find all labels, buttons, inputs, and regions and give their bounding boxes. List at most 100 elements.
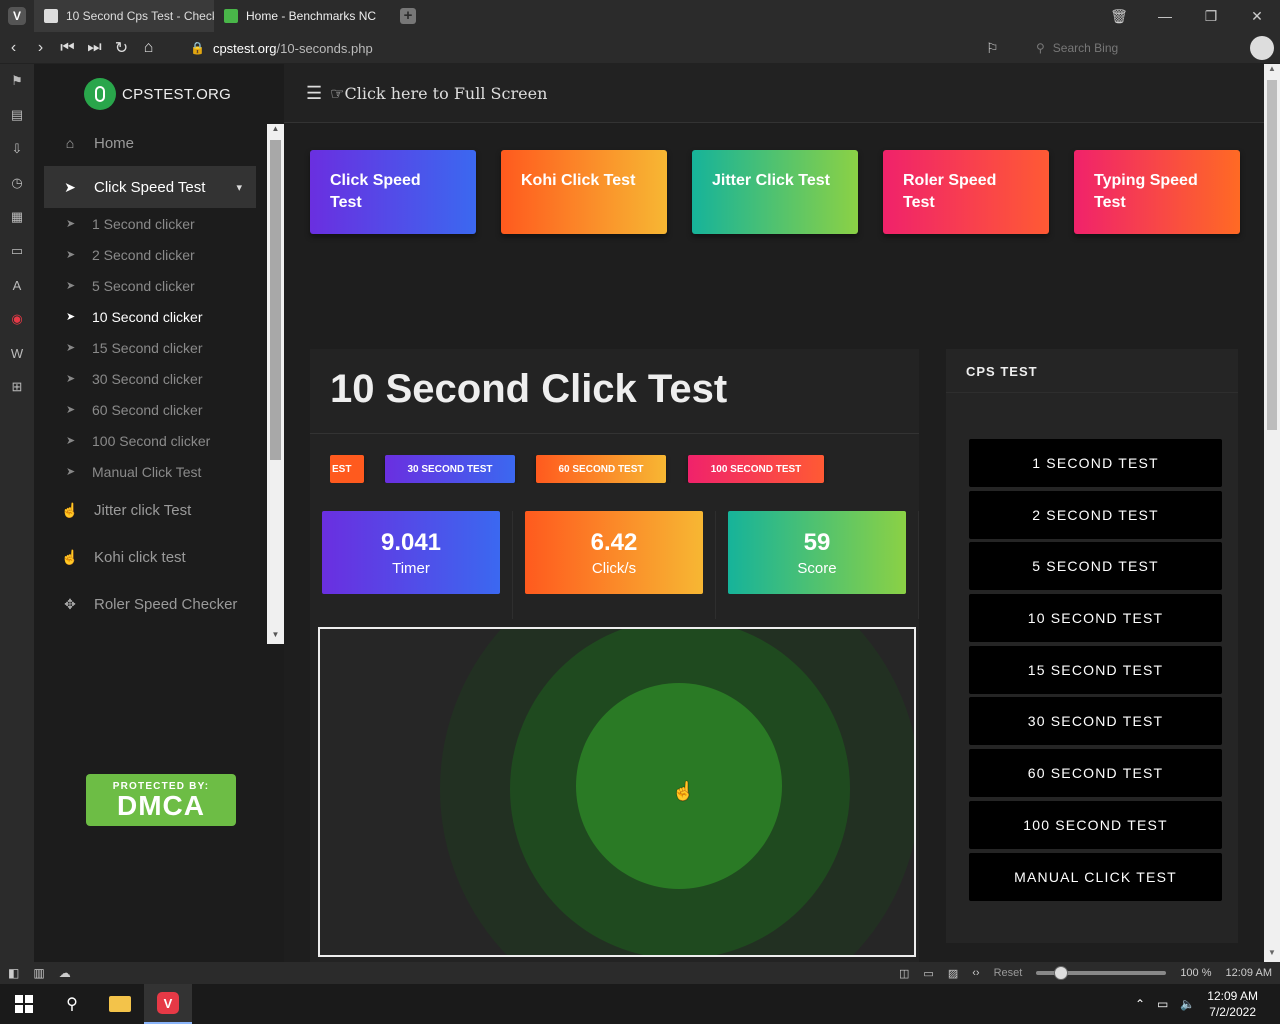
pill-100-second-test[interactable]: 100 SECOND TEST xyxy=(688,455,824,483)
profile-icon[interactable] xyxy=(1250,36,1274,60)
browser-side-panel: ⚑ ▤ ⇩ ◷ ▦ ▭ A ◉ W ⊞ xyxy=(0,64,34,962)
window-panel-icon[interactable]: ▭ xyxy=(0,234,34,268)
reading-list-icon[interactable]: ▤ xyxy=(0,98,34,132)
code-icon[interactable]: ‹› xyxy=(972,967,979,979)
page-tiling-icon[interactable]: ▭ xyxy=(923,967,933,980)
sidebar-subitem-100s[interactable]: ➤ 100 Second clicker xyxy=(44,425,256,456)
btn-60-second-test[interactable]: 60 SECOND TEST xyxy=(969,749,1222,798)
search-icon[interactable]: ⚲ xyxy=(48,984,96,1024)
btn-100-second-test[interactable]: 100 SECOND TEST xyxy=(969,800,1222,849)
file-explorer-icon[interactable] xyxy=(96,984,144,1024)
zoom-reset-button[interactable]: Reset xyxy=(994,967,1023,979)
hamburger-menu-icon[interactable]: ☰ xyxy=(306,83,322,104)
scroll-up-icon[interactable]: ▲ xyxy=(1264,64,1280,78)
add-panel-icon[interactable]: ⊞ xyxy=(0,370,34,404)
network-icon[interactable]: ▭ xyxy=(1157,997,1168,1011)
test-cards: Click Speed Test Kohi Click Test Jitter … xyxy=(310,150,1240,234)
btn-5-second-test[interactable]: 5 SECOND TEST xyxy=(969,542,1222,591)
url-path: /10-seconds.php xyxy=(276,40,373,56)
fast-forward-button[interactable]: ⏭ xyxy=(81,32,108,64)
downloads-icon[interactable]: ⇩ xyxy=(0,132,34,166)
restore-button[interactable]: ❐ xyxy=(1188,0,1234,32)
sidebar-subitem-10s[interactable]: ➤ 10 Second clicker xyxy=(44,301,256,332)
sidebar-subitem-manual[interactable]: ➤ Manual Click Test xyxy=(44,456,256,487)
pill-30-second-test[interactable]: 30 SECOND TEST xyxy=(385,455,515,483)
start-button[interactable] xyxy=(0,984,48,1024)
bookmark-icon[interactable]: ⚐ xyxy=(986,40,999,57)
vivaldi-panel-icon[interactable]: ◉ xyxy=(0,302,34,336)
minimize-button[interactable]: — xyxy=(1142,0,1188,32)
tab-benchmarks[interactable]: Home - Benchmarks NC xyxy=(214,0,394,32)
scrollbar-thumb[interactable] xyxy=(1267,80,1277,430)
btn-1-second-test[interactable]: 1 SECOND TEST xyxy=(969,439,1222,487)
images-icon[interactable]: ▨ xyxy=(948,967,958,980)
cps-value: 6.42 xyxy=(590,528,638,556)
click-area[interactable]: ☝ xyxy=(318,627,916,957)
close-button[interactable]: ✕ xyxy=(1234,0,1280,32)
sidebar-subitem-30s[interactable]: ➤ 30 Second clicker xyxy=(44,363,256,394)
sidebar-item-click-speed-test[interactable]: ➤ Click Speed Test ▾ xyxy=(44,166,256,208)
vivaldi-menu-button[interactable]: V xyxy=(0,0,34,32)
sidebar-subitem-15s[interactable]: ➤ 15 Second clicker xyxy=(44,332,256,363)
card-click-speed-test[interactable]: Click Speed Test xyxy=(310,150,476,234)
wikipedia-icon[interactable]: W xyxy=(0,336,34,370)
translate-icon[interactable]: A xyxy=(0,268,34,302)
sidebar-item-label: 2 Second clicker xyxy=(92,246,195,263)
bookmarks-panel-icon[interactable]: ⚑ xyxy=(0,64,34,98)
scrollbar-thumb[interactable] xyxy=(270,140,281,460)
url-field[interactable]: 🔒 cpstest.org/10-seconds.php xyxy=(190,32,373,64)
new-tab-button[interactable]: + xyxy=(394,0,422,32)
forward-button[interactable]: › xyxy=(27,32,54,64)
panel-toggle-icon[interactable]: ◧ xyxy=(8,966,19,980)
chevron-up-icon[interactable]: ⌃ xyxy=(1135,997,1145,1011)
sidebar-subitem-60s[interactable]: ➤ 60 Second clicker xyxy=(44,394,256,425)
btn-2-second-test[interactable]: 2 SECOND TEST xyxy=(969,490,1222,539)
history-icon[interactable]: ◷ xyxy=(0,166,34,200)
sidebar-item-roler[interactable]: ✥ Roler Speed Checker xyxy=(44,581,256,628)
sidebar-item-home[interactable]: ⌂ Home xyxy=(44,124,256,162)
sidebar-item-label: 30 Second clicker xyxy=(92,370,203,387)
tab-cps-test[interactable]: 10 Second Cps Test - Check xyxy=(34,0,214,32)
card-jitter-click-test[interactable]: Jitter Click Test xyxy=(692,150,858,234)
notes-icon[interactable]: ▦ xyxy=(0,200,34,234)
sidebar-item-kohi[interactable]: ☝ Kohi click test xyxy=(44,534,256,581)
sidebar-item-jitter[interactable]: ☝ Jitter click Test xyxy=(44,487,256,534)
sync-cloud-icon[interactable]: ☁ xyxy=(59,966,71,980)
sidebar-subitem-5s[interactable]: ➤ 5 Second clicker xyxy=(44,270,256,301)
btn-10-second-test[interactable]: 10 SECOND TEST xyxy=(969,594,1222,643)
dmca-badge[interactable]: PROTECTED BY: DMCA xyxy=(86,774,236,826)
sidebar-subitem-1s[interactable]: ➤ 1 Second clicker xyxy=(44,208,256,239)
pill-60-second-test[interactable]: 60 SECOND TEST xyxy=(536,455,666,483)
search-field[interactable]: ⚲ Search Bing xyxy=(1036,36,1242,60)
home-button[interactable]: ⌂ xyxy=(135,32,162,64)
sidebar-scrollbar[interactable]: ▲ ▼ xyxy=(267,124,284,644)
btn-15-second-test[interactable]: 15 SECOND TEST xyxy=(969,645,1222,694)
pill-partial[interactable]: EST xyxy=(330,455,364,483)
vivaldi-taskbar-icon[interactable]: V xyxy=(144,984,192,1024)
site-logo[interactable]: CPSTEST.ORG xyxy=(84,78,231,110)
rewind-button[interactable]: ⏮ xyxy=(54,32,81,64)
btn-30-second-test[interactable]: 30 SECOND TEST xyxy=(969,697,1222,746)
scroll-up-icon[interactable]: ▲ xyxy=(267,124,284,138)
sidebar-subitem-2s[interactable]: ➤ 2 Second clicker xyxy=(44,239,256,270)
zoom-slider[interactable] xyxy=(1036,966,1167,980)
card-typing-speed-test[interactable]: Typing Speed Test xyxy=(1074,150,1240,234)
scroll-down-icon[interactable]: ▼ xyxy=(1264,948,1280,962)
scroll-down-icon[interactable]: ▼ xyxy=(267,630,284,644)
page-scrollbar[interactable]: ▲ ▼ xyxy=(1264,64,1280,962)
main-content: ☰ ☞Click here to Full Screen Click Speed… xyxy=(284,64,1264,962)
capture-icon[interactable]: ◫ xyxy=(899,967,909,980)
tab-title: 10 Second Cps Test - Check xyxy=(66,9,214,23)
volume-muted-icon[interactable]: 🔈 xyxy=(1180,997,1195,1011)
zoom-slider-handle[interactable] xyxy=(1054,966,1069,980)
taskbar-clock[interactable]: 12:09 AM 7/2/2022 xyxy=(1207,988,1258,1020)
reload-button[interactable]: ↻ xyxy=(108,32,135,64)
fullscreen-link[interactable]: ☞Click here to Full Screen xyxy=(330,84,547,103)
address-bar: ‹ › ⏮ ⏭ ↻ ⌂ 🔒 cpstest.org/10-seconds.php… xyxy=(0,32,1280,64)
card-kohi-click-test[interactable]: Kohi Click Test xyxy=(501,150,667,234)
tiling-icon[interactable]: ▥ xyxy=(33,966,44,980)
card-roler-speed-test[interactable]: Roler Speed Test xyxy=(883,150,1049,234)
back-button[interactable]: ‹ xyxy=(0,32,27,64)
btn-manual-click-test[interactable]: MANUAL CLICK TEST xyxy=(969,852,1222,901)
trash-icon[interactable]: 🗑 xyxy=(1096,0,1142,32)
